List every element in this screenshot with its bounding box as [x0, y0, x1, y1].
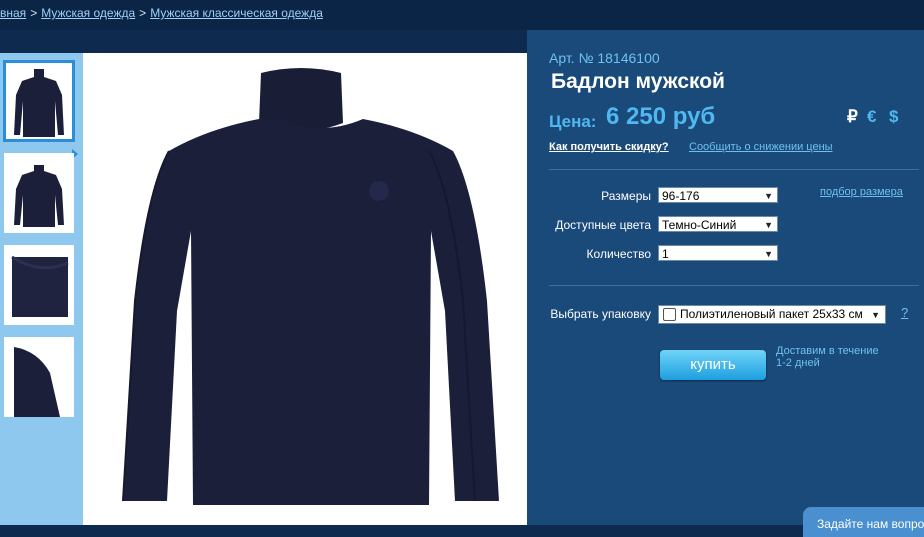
breadcrumb-mens-classic[interactable]: Мужская классическая одежда	[150, 6, 323, 20]
sweater-thumb-shoulder-image	[14, 347, 60, 417]
article-number: Арт. № 18146100	[549, 50, 660, 66]
chevron-down-icon: ▼	[764, 191, 773, 201]
divider	[549, 285, 919, 286]
ask-question-button[interactable]: Задайте нам вопрос	[803, 507, 924, 537]
euro-icon[interactable]: €	[867, 107, 876, 127]
size-label: Размеры	[601, 189, 651, 203]
color-select[interactable]: Темно-Синий ▼	[658, 216, 778, 232]
packaging-select[interactable]: Полиэтиленовый пакет 25х33 см ▼	[658, 305, 886, 324]
size-select-value: 96-176	[662, 189, 700, 203]
thumbnail-column	[0, 53, 83, 525]
buy-button[interactable]: купить	[660, 350, 766, 380]
quantity-select-value: 1	[662, 247, 669, 261]
breadcrumb-separator: >	[139, 6, 147, 20]
color-label: Доступные цвета	[555, 218, 651, 232]
thumbnail-back[interactable]	[4, 153, 74, 233]
chevron-down-icon: ▼	[764, 249, 773, 259]
thumbnail-front[interactable]	[3, 60, 75, 142]
divider	[549, 169, 919, 170]
packaging-label: Выбрать упаковку	[550, 307, 651, 321]
product-info-panel	[527, 30, 924, 525]
color-select-value: Темно-Синий	[662, 218, 737, 232]
size-select[interactable]: 96-176 ▼	[658, 187, 778, 203]
ruble-icon[interactable]: ₽	[847, 107, 858, 127]
product-title: Бадлон мужской	[551, 70, 725, 93]
packaging-help-link[interactable]: ?	[901, 305, 908, 320]
main-product-image[interactable]	[83, 53, 527, 525]
breadcrumb-separator: >	[30, 6, 38, 20]
discount-link[interactable]: Как получить скидку?	[549, 141, 669, 153]
packaging-select-value: Полиэтиленовый пакет 25х33 см	[680, 307, 863, 321]
sweater-thumb-back-image	[14, 165, 64, 227]
chevron-down-icon: ▼	[871, 310, 880, 320]
dollar-icon[interactable]: $	[889, 107, 898, 127]
thumbnail-detail-shoulder[interactable]	[4, 337, 74, 417]
turtleneck-sweater-image	[122, 68, 499, 505]
price-drop-notify-link[interactable]: Сообщить о снижении цены	[689, 141, 833, 153]
price-label: Цена:	[549, 112, 597, 131]
sweater-thumb-front-image	[14, 69, 64, 137]
packaging-checkbox[interactable]	[663, 308, 676, 322]
breadcrumb-mens-clothing[interactable]: Мужская одежда	[41, 6, 135, 20]
size-guide-link[interactable]: подбор размера	[820, 186, 903, 198]
delivery-info: Доставим в течение 1-2 дней	[776, 345, 879, 369]
quantity-select[interactable]: 1 ▼	[658, 245, 778, 261]
thumbnail-detail-collar[interactable]	[4, 245, 74, 325]
quantity-label: Количество	[586, 247, 651, 261]
breadcrumb-home[interactable]: вная	[0, 6, 26, 20]
chevron-down-icon: ▼	[764, 220, 773, 230]
price-value: 6 250 руб	[606, 103, 716, 130]
breadcrumb: вная > Мужская одежда > Мужская классическая…	[0, 6, 323, 20]
sweater-thumb-detail-image	[11, 255, 69, 317]
